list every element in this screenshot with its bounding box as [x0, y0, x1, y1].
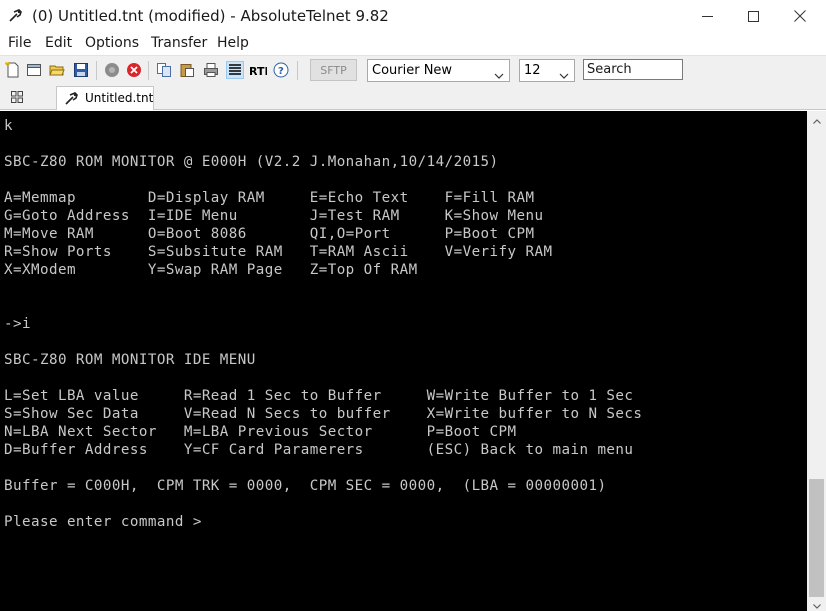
tab-untitled[interactable]: Untitled.tnt — [56, 86, 154, 110]
toolbar-separator — [96, 61, 97, 80]
window-title: (0) Untitled.tnt (modified) - AbsoluteTe… — [32, 7, 389, 25]
terminal-line: S=Show Sec Data V=Read N Secs to buffer … — [4, 406, 643, 422]
terminal-line: SBC-Z80 ROM MONITOR @ E000H (V2.2 J.Mona… — [4, 154, 499, 170]
terminal-line: L=Set LBA value R=Read 1 Sec to Buffer W… — [4, 388, 634, 404]
chevron-down-icon — [494, 68, 504, 83]
telnet-app-icon — [64, 91, 80, 107]
stop-icon[interactable] — [125, 61, 143, 79]
menu-edit[interactable]: Edit — [45, 35, 72, 51]
close-button[interactable] — [777, 0, 823, 32]
search-input[interactable]: Search — [583, 59, 683, 80]
minimize-icon — [701, 11, 713, 22]
chevron-up-icon — [812, 113, 821, 127]
menu-transfer[interactable]: Transfer — [151, 35, 207, 51]
new-doc-icon[interactable] — [4, 61, 22, 79]
telnet-app-icon — [8, 8, 24, 24]
terminal-line: N=LBA Next Sector M=LBA Previous Sector … — [4, 424, 517, 440]
terminal-line: SBC-Z80 ROM MONITOR IDE MENU — [4, 352, 256, 368]
scroll-down-button[interactable] — [807, 598, 826, 611]
terminal-line: A=Memmap D=Display RAM E=Echo Text F=Fil… — [4, 190, 535, 206]
chevron-down-icon — [812, 598, 821, 611]
tab-bar: Untitled.tnt — [0, 84, 826, 110]
terminal-line: X=XModem Y=Swap RAM Page Z=Top Of RAM — [4, 262, 418, 278]
terminal-line: ->i — [4, 316, 31, 332]
menu-help[interactable]: Help — [217, 35, 249, 51]
toolbar-separator — [297, 61, 298, 80]
chevron-down-icon — [559, 68, 569, 83]
maximize-icon — [747, 10, 759, 22]
scrollbar-thumb[interactable] — [809, 479, 824, 597]
menu-options[interactable]: Options — [85, 35, 139, 51]
scroll-up-button[interactable] — [807, 111, 826, 128]
tab-label: Untitled.tnt — [85, 91, 154, 105]
text-align-icon[interactable] — [226, 61, 244, 79]
terminal-line: Buffer = C000H, CPM TRK = 0000, CPM SEC … — [4, 478, 607, 494]
terminal-line: R=Show Ports S=Subsitute RAM T=RAM Ascii… — [4, 244, 553, 260]
tab-grid-icon[interactable] — [10, 90, 24, 104]
terminal-line: D=Buffer Address Y=CF Card Paramerers (E… — [4, 442, 634, 458]
font-select-value: Courier New — [372, 63, 453, 78]
svg-text:?: ? — [278, 66, 284, 77]
svg-text:RTL: RTL — [249, 65, 267, 78]
maximize-button[interactable] — [730, 0, 776, 32]
paste-icon[interactable] — [178, 61, 196, 79]
terminal-line: k — [4, 118, 13, 134]
terminal-line: M=Move RAM O=Boot 8086 QI,O=Port P=Boot … — [4, 226, 535, 242]
disconnect-icon[interactable] — [103, 61, 121, 79]
title-bar: (0) Untitled.tnt (modified) - AbsoluteTe… — [0, 0, 826, 33]
minimize-button[interactable] — [684, 0, 730, 32]
new-window-icon[interactable] — [25, 61, 43, 79]
terminal-line: G=Goto Address I=IDE Menu J=Test RAM K=S… — [4, 208, 544, 224]
print-icon[interactable] — [202, 61, 220, 79]
font-select[interactable]: Courier New — [367, 59, 510, 82]
sftp-button[interactable]: SFTP — [310, 59, 357, 81]
toolbar-separator — [148, 61, 149, 80]
open-folder-icon[interactable] — [48, 61, 66, 79]
menu-file[interactable]: File — [8, 35, 31, 51]
rtl-icon[interactable]: RTL — [249, 61, 267, 79]
terminal-line: Please enter command > — [4, 514, 202, 530]
font-size-select[interactable]: 12 — [519, 59, 575, 82]
toolbar: RTL ? SFTP Courier New 12 Search — [0, 55, 826, 84]
vertical-scrollbar[interactable] — [807, 111, 826, 611]
help-icon[interactable]: ? — [272, 61, 290, 79]
menu-bar: File Edit Options Transfer Help — [0, 33, 826, 55]
copy-icon[interactable] — [155, 61, 173, 79]
save-icon[interactable] — [72, 61, 90, 79]
terminal-screen[interactable]: k SBC-Z80 ROM MONITOR @ E000H (V2.2 J.Mon… — [0, 111, 807, 611]
font-size-value: 12 — [524, 63, 541, 78]
close-icon — [794, 10, 806, 22]
